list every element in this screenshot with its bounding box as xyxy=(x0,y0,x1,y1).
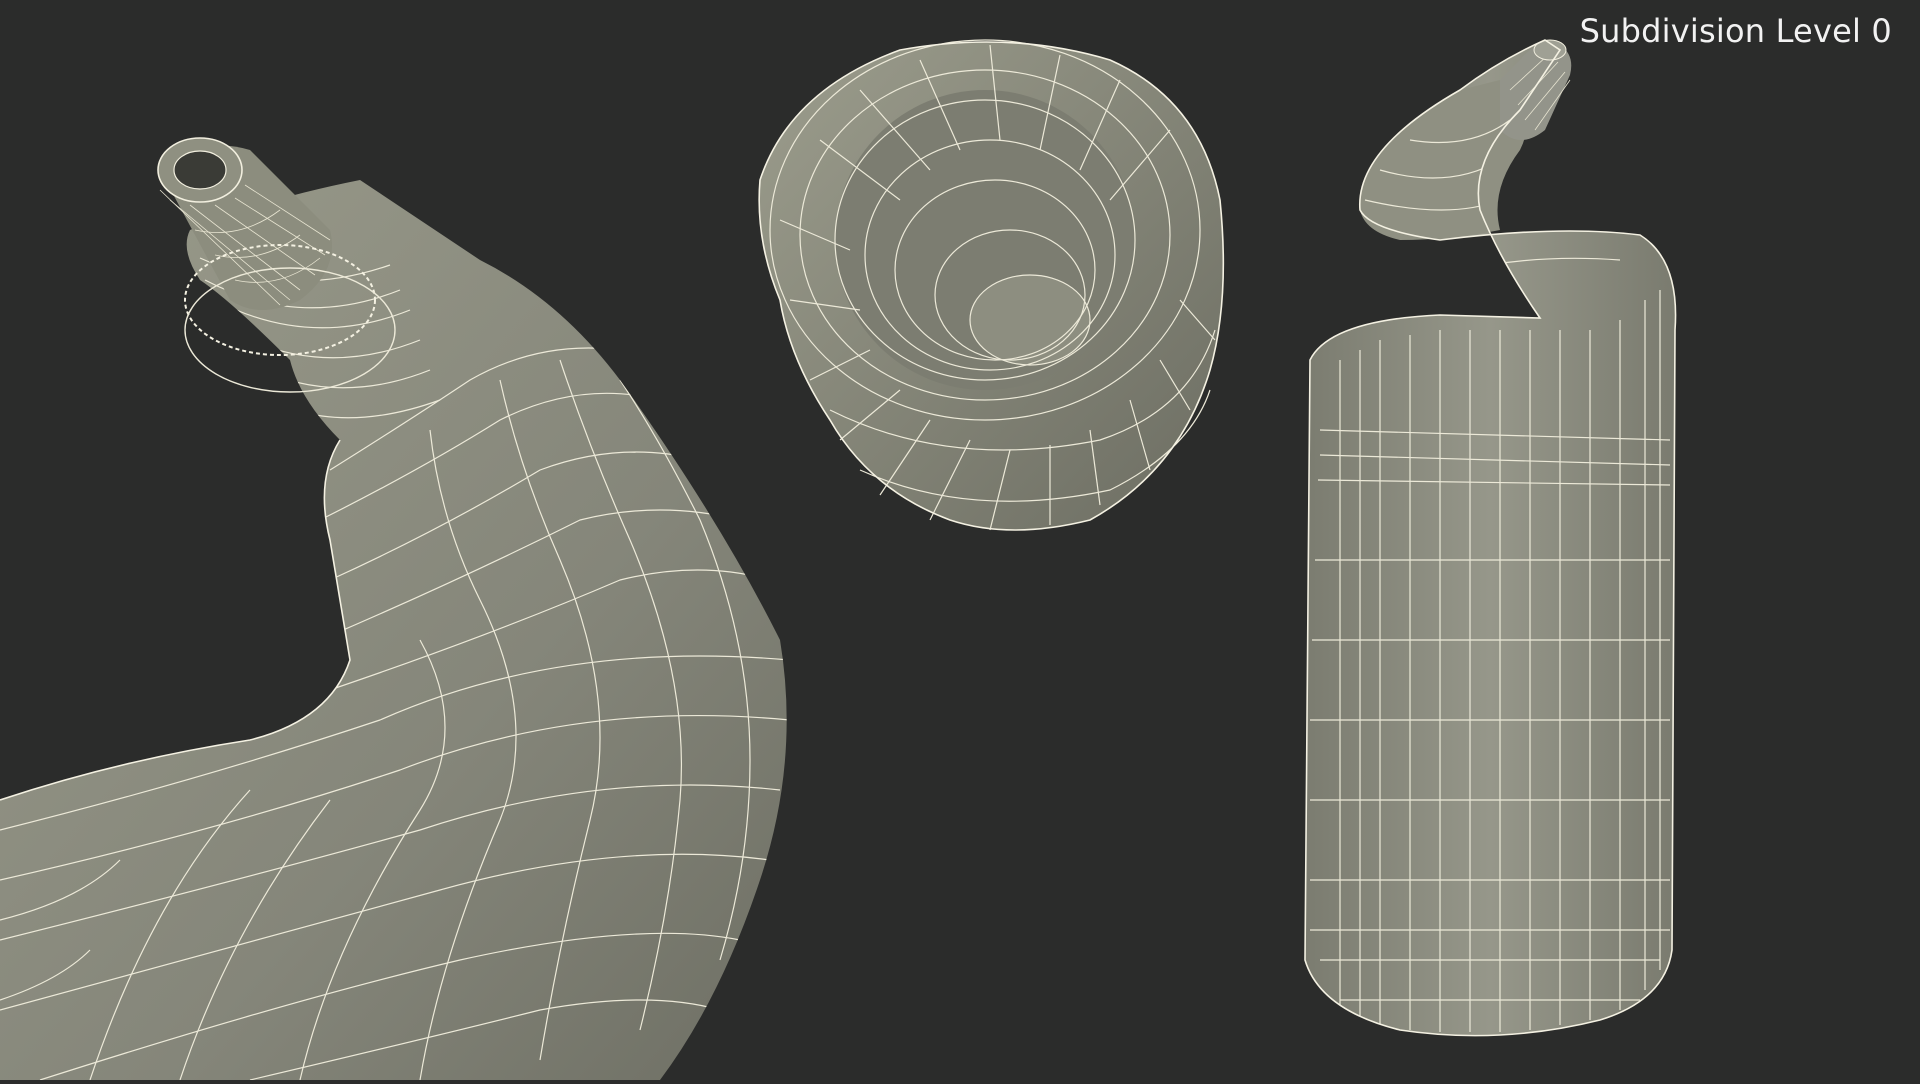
neck-body-surface xyxy=(0,180,787,1080)
subdivision-level-label: Subdivision Level 0 xyxy=(1579,12,1892,50)
viewport-render[interactable] xyxy=(0,0,1920,1080)
3d-viewport[interactable]: Subdivision Level 0 xyxy=(0,0,1920,1080)
model-bottle-cap[interactable] xyxy=(758,39,1225,531)
model-toilet-cleaner-bottle[interactable] xyxy=(1304,39,1677,1037)
model-bottle-neck-closeup[interactable] xyxy=(0,137,790,1080)
